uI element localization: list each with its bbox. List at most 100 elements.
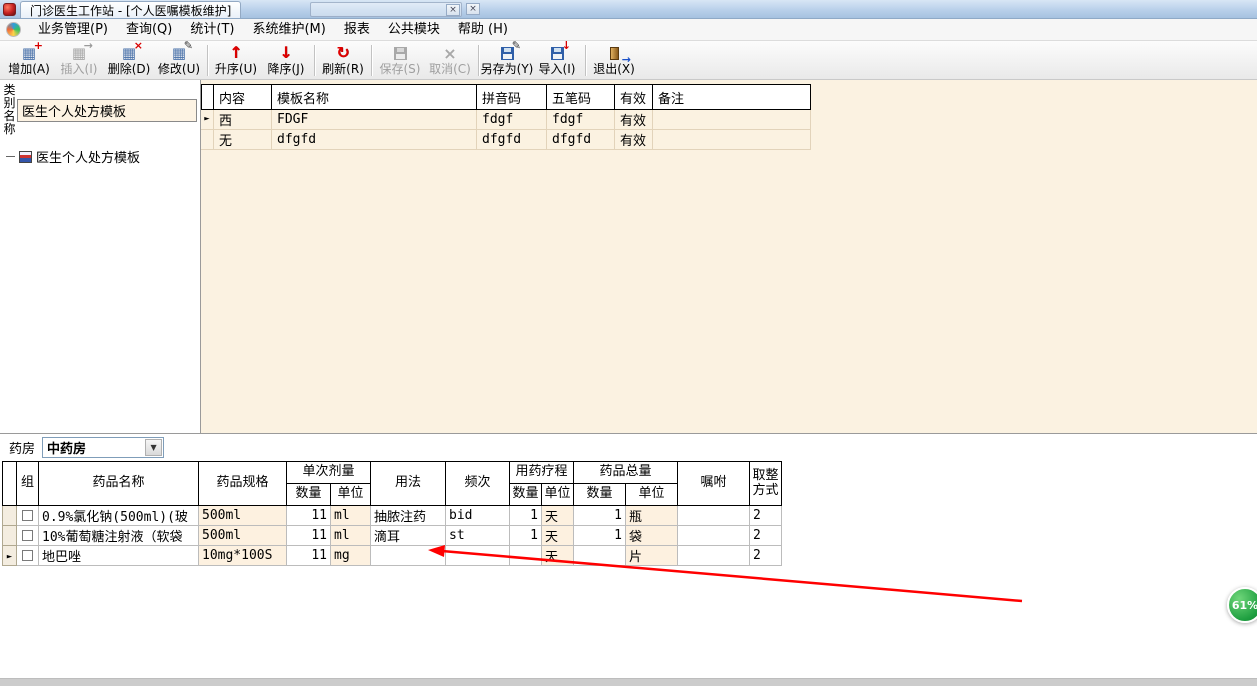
sort-asc-button[interactable]: ↑ 升序(U) (211, 42, 261, 78)
cell-rounding[interactable]: 2 (749, 545, 782, 566)
cell-total-qty[interactable]: 1 (573, 525, 626, 546)
menu-business[interactable]: 业务管理(P) (29, 19, 117, 41)
chevron-down-icon[interactable]: ▼ (145, 439, 163, 456)
col-header-valid[interactable]: 有效 (615, 84, 653, 110)
col-header-advice[interactable]: 嘱咐 (677, 461, 750, 506)
col-header-unit[interactable]: 单位 (625, 483, 678, 506)
col-header-qty[interactable]: 数量 (509, 483, 542, 506)
cell-dose-qty[interactable]: 11 (286, 545, 331, 566)
col-header-frequency[interactable]: 频次 (445, 461, 510, 506)
col-header-pinyin[interactable]: 拼音码 (477, 84, 547, 110)
menu-help[interactable]: 帮助 (H) (449, 19, 517, 41)
col-header-remark[interactable]: 备注 (653, 84, 811, 110)
col-header-qty[interactable]: 数量 (573, 483, 626, 506)
background-window-tab[interactable]: × (310, 2, 462, 17)
table-row[interactable]: ► 地巴唑 10mg*100S 11 mg 天 片 2 (2, 545, 782, 566)
col-header-group[interactable]: 组 (16, 461, 39, 506)
col-header-qty[interactable]: 数量 (286, 483, 331, 506)
col-header-rounding[interactable]: 取整方式 (749, 461, 782, 506)
close-icon[interactable]: × (446, 3, 460, 16)
col-header-spec[interactable]: 药品规格 (198, 461, 287, 506)
col-header-single-dose[interactable]: 单次剂量 (286, 461, 371, 484)
cell-course-qty[interactable]: 1 (509, 525, 542, 546)
menu-system[interactable]: 系统维护(M) (243, 19, 334, 41)
exit-button[interactable]: → 退出(X) (589, 42, 639, 78)
cell-spec[interactable]: 500ml (198, 525, 287, 546)
cell-content[interactable]: 无 (214, 130, 272, 150)
cell-total-unit[interactable]: 瓶 (625, 505, 678, 526)
cell-course-unit[interactable]: 天 (541, 545, 574, 566)
cell-pinyin[interactable]: dfgfd (477, 130, 547, 150)
delete-button[interactable]: ▦ × 删除(D) (104, 40, 154, 78)
row-checkbox[interactable] (22, 550, 33, 561)
cell-usage[interactable] (370, 545, 446, 566)
cell-frequency[interactable]: bid (445, 505, 510, 526)
menu-query[interactable]: 查询(Q) (117, 19, 181, 41)
row-checkbox[interactable] (22, 510, 33, 521)
cell-course-unit[interactable]: 天 (541, 505, 574, 526)
col-header-unit[interactable]: 单位 (541, 483, 574, 506)
cell-usage[interactable]: 抽脓注药 (370, 505, 446, 526)
table-row[interactable]: ► 西 FDGF fdgf fdgf 有效 (201, 110, 1257, 130)
cell-drug-name[interactable]: 0.9%氯化钠(500ml)(玻 (38, 505, 199, 526)
col-header-course[interactable]: 用药疗程 (509, 461, 574, 484)
cell-valid[interactable]: 有效 (615, 130, 653, 150)
cell-advice[interactable] (677, 525, 750, 546)
tree-item[interactable]: 医生个人处方模板 (6, 147, 196, 166)
cell-rounding[interactable]: 2 (749, 505, 782, 526)
cell-total-qty[interactable]: 1 (573, 505, 626, 526)
sort-desc-button[interactable]: ↓ 降序(J) (261, 42, 311, 78)
cell-frequency[interactable]: st (445, 525, 510, 546)
cell-dose-unit[interactable]: mg (330, 545, 371, 566)
cell-course-qty[interactable] (509, 545, 542, 566)
pharmacy-combobox[interactable]: 中药房 ▼ (42, 437, 165, 458)
table-row[interactable]: 0.9%氯化钠(500ml)(玻 500ml 11 ml 抽脓注药 bid 1 … (2, 505, 782, 526)
cell-content[interactable]: 西 (214, 110, 272, 130)
menu-modules[interactable]: 公共模块 (379, 19, 449, 41)
cell-pinyin[interactable]: fdgf (477, 110, 547, 130)
add-button[interactable]: ▦ + 增加(A) (4, 40, 54, 78)
close-icon[interactable]: × (466, 3, 480, 15)
cell-dose-qty[interactable]: 11 (286, 525, 331, 546)
cell-advice[interactable] (677, 545, 750, 566)
menu-reports[interactable]: 报表 (335, 19, 379, 41)
cell-drug-name[interactable]: 10%葡萄糖注射液（软袋 (38, 525, 199, 546)
cell-name[interactable]: dfgfd (272, 130, 477, 150)
save-as-button[interactable]: ✎ 另存为(Y) (481, 40, 534, 78)
import-button[interactable]: ↓ 导入(I) (532, 40, 582, 78)
modify-button[interactable]: ▦ ✎ 修改(U) (154, 40, 204, 78)
cell-frequency[interactable] (445, 545, 510, 566)
category-name-input[interactable] (17, 98, 197, 122)
cell-spec[interactable]: 10mg*100S (198, 545, 287, 566)
cell-rounding[interactable]: 2 (749, 525, 782, 546)
cell-valid[interactable]: 有效 (615, 110, 653, 130)
cell-dose-unit[interactable]: ml (330, 525, 371, 546)
cell-total-unit[interactable]: 片 (625, 545, 678, 566)
cell-total-unit[interactable]: 袋 (625, 525, 678, 546)
col-header-usage[interactable]: 用法 (370, 461, 446, 506)
cell-dose-unit[interactable]: ml (330, 505, 371, 526)
active-window-tab[interactable]: 门诊医生工作站 - [个人医嘱模板维护] (20, 1, 242, 18)
cell-dose-qty[interactable]: 11 (286, 505, 331, 526)
row-checkbox[interactable] (22, 530, 33, 541)
percent-badge[interactable]: 61% (1227, 587, 1257, 623)
cell-usage[interactable]: 滴耳 (370, 525, 446, 546)
cell-course-unit[interactable]: 天 (541, 525, 574, 546)
table-row[interactable]: 10%葡萄糖注射液（软袋 500ml 11 ml 滴耳 st 1 天 1 袋 2 (2, 525, 782, 546)
cell-drug-name[interactable]: 地巴唑 (38, 545, 199, 566)
cell-total-qty[interactable] (573, 545, 626, 566)
col-header-name[interactable]: 模板名称 (272, 84, 477, 110)
cell-spec[interactable]: 500ml (198, 505, 287, 526)
cell-remark[interactable] (653, 110, 811, 130)
menu-stats[interactable]: 统计(T) (181, 19, 243, 41)
col-header-unit[interactable]: 单位 (330, 483, 371, 506)
col-header-drug-name[interactable]: 药品名称 (38, 461, 199, 506)
cell-course-qty[interactable]: 1 (509, 505, 542, 526)
col-header-content[interactable]: 内容 (214, 84, 272, 110)
table-row[interactable]: 无 dfgfd dfgfd dfgfd 有效 (201, 130, 1257, 150)
cell-wubi[interactable]: dfgfd (547, 130, 615, 150)
col-header-wubi[interactable]: 五笔码 (547, 84, 615, 110)
cell-name[interactable]: FDGF (272, 110, 477, 130)
cell-remark[interactable] (653, 130, 811, 150)
cell-wubi[interactable]: fdgf (547, 110, 615, 130)
